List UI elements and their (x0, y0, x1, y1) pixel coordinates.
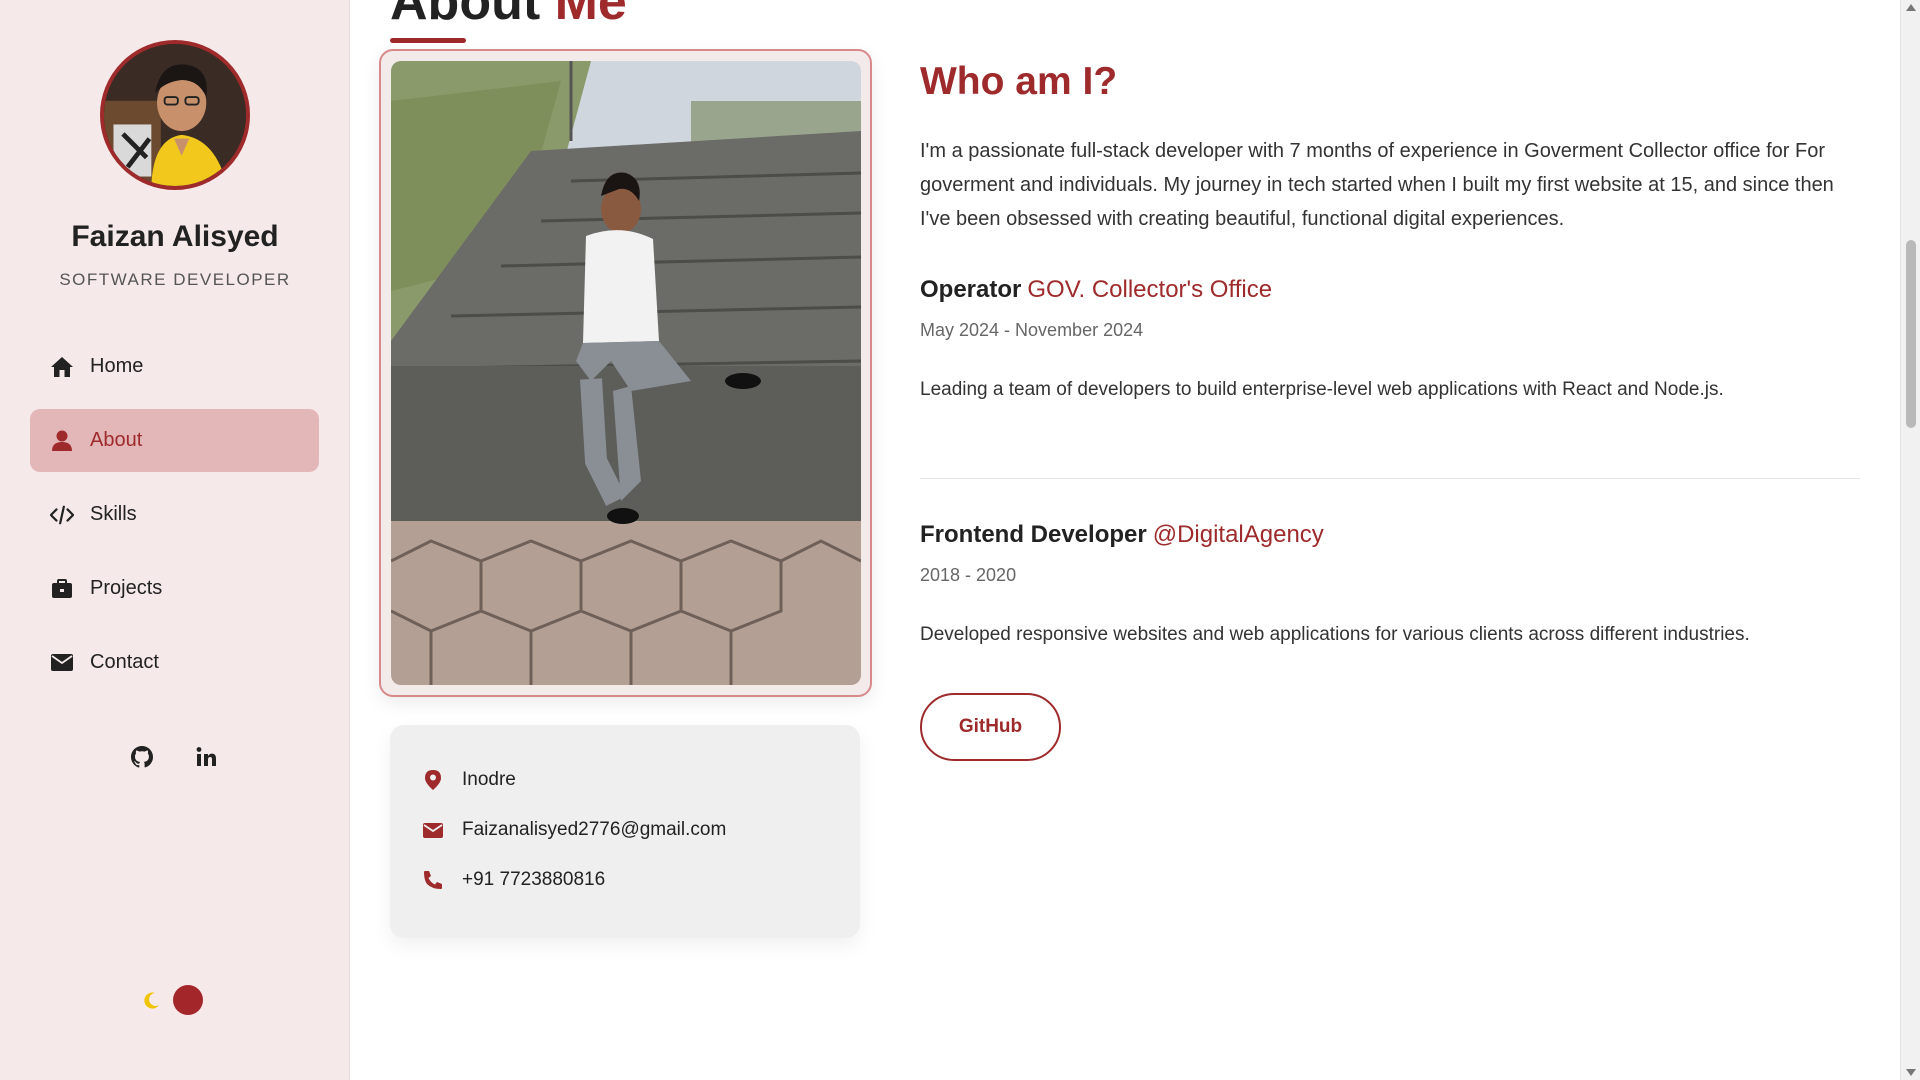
sidebar-item-label: About (90, 429, 143, 451)
location-text: Inodre (462, 769, 516, 790)
scrollbar-thumb[interactable] (1906, 240, 1916, 428)
code-icon (50, 503, 74, 527)
section-title: About Me (390, 0, 627, 32)
title-underline (390, 38, 466, 43)
sidebar-item-contact[interactable]: Contact (30, 631, 319, 694)
sidebar-nav: Home About Skills Projects Contact (30, 335, 319, 705)
job-dates: 2018 - 2020 (920, 565, 1017, 585)
profile-photo (391, 61, 861, 685)
theme-toggle[interactable] (173, 985, 203, 1015)
location-pin-icon (422, 769, 444, 791)
envelope-icon (50, 651, 74, 675)
profile-role: SOFTWARE DEVELOPER (59, 270, 291, 289)
sidebar-item-projects[interactable]: Projects (30, 557, 319, 620)
scroll-down-arrow-icon[interactable] (1906, 1069, 1916, 1076)
job-org: @DigitalAgency (1152, 521, 1324, 548)
profile-name: Faizan Alisyed (71, 220, 279, 253)
experience-item: Frontend Developer @DigitalAgency 2018 - … (920, 521, 1860, 646)
github-icon[interactable] (125, 740, 159, 774)
contact-info-card: Inodre Faizanalisyed2776@gmail.com +91 7… (390, 725, 860, 938)
sidebar-item-label: Home (90, 355, 144, 377)
about-heading: Who am I? (920, 60, 1118, 103)
envelope-icon (422, 819, 444, 841)
sidebar-item-label: Projects (90, 577, 163, 599)
github-button[interactable]: GitHub (920, 693, 1061, 761)
sidebar-item-skills[interactable]: Skills (30, 483, 319, 546)
email-text[interactable]: Faizanalisyed2776@gmail.com (462, 819, 726, 841)
job-description: Leading a team of developers to build en… (920, 379, 1724, 400)
avatar (100, 40, 250, 190)
moon-icon (144, 992, 159, 1009)
experience-item: Operator GOV. Collector's Office May 2024… (920, 276, 1860, 401)
user-icon (50, 429, 74, 453)
job-description: Developed responsive websites and web ap… (920, 624, 1750, 645)
avatar-photo (104, 44, 246, 186)
section-title-main: About (390, 0, 555, 31)
social-links (125, 740, 223, 774)
scrollbar[interactable] (1900, 0, 1920, 1080)
location-row: Inodre (422, 755, 860, 805)
phone-icon (422, 869, 444, 891)
email-row: Faizanalisyed2776@gmail.com (422, 805, 860, 855)
linkedin-icon[interactable] (189, 740, 223, 774)
job-role: Frontend Developer (920, 521, 1147, 548)
job-title: Operator GOV. Collector's Office (920, 276, 1860, 304)
job-dates: May 2024 - November 2024 (920, 320, 1144, 340)
divider (920, 478, 1860, 479)
sidebar: Faizan Alisyed SOFTWARE DEVELOPER Home A… (0, 0, 350, 1080)
sidebar-item-about[interactable]: About (30, 409, 319, 472)
scroll-up-arrow-icon[interactable] (1906, 4, 1916, 11)
bio-text: I'm a passionate full-stack developer wi… (920, 140, 1834, 230)
briefcase-icon (50, 577, 74, 601)
job-role: Operator (920, 276, 1022, 303)
job-title: Frontend Developer @DigitalAgency (920, 521, 1860, 549)
phone-row: +91 7723880816 (422, 855, 860, 905)
section-title-accent: Me (554, 0, 627, 31)
phone-text[interactable]: +91 7723880816 (462, 869, 605, 891)
sidebar-item-label: Skills (90, 503, 137, 525)
theme-switcher (143, 985, 203, 1015)
job-org: GOV. Collector's Office (1027, 276, 1273, 303)
sidebar-item-label: Contact (90, 651, 159, 673)
profile-photo-frame (379, 49, 872, 697)
home-icon (50, 355, 74, 379)
sidebar-item-home[interactable]: Home (30, 335, 319, 398)
